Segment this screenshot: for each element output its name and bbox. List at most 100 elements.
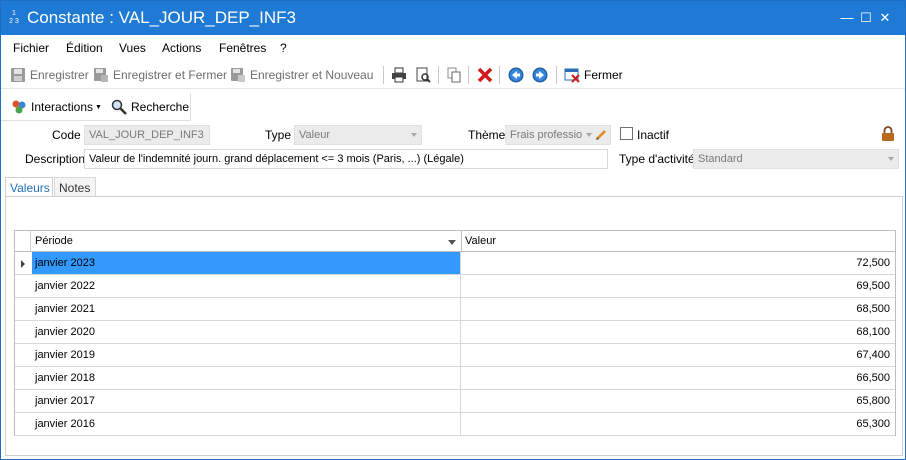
value-cell[interactable]: 67,400: [462, 344, 895, 366]
tab-valeurs[interactable]: Valeurs: [5, 177, 53, 197]
period-cell[interactable]: janvier 2016: [32, 413, 461, 435]
save-new-icon: [231, 68, 245, 82]
previous-button[interactable]: [508, 65, 524, 85]
period-cell[interactable]: janvier 2018: [32, 367, 461, 389]
search-button[interactable]: Recherche: [111, 97, 189, 117]
save-icon: [11, 68, 25, 82]
value-cell[interactable]: 69,500: [462, 275, 895, 297]
period-cell[interactable]: janvier 2023: [32, 252, 461, 274]
value-cell[interactable]: 68,500: [462, 298, 895, 320]
copy-icon: [447, 67, 461, 83]
type-select[interactable]: Valeur: [294, 125, 422, 145]
menu-vues[interactable]: Vues: [119, 41, 146, 55]
row-indicator: [15, 252, 31, 275]
inactive-label: Inactif: [637, 128, 670, 142]
column-header-value[interactable]: Valeur: [465, 235, 496, 247]
arrow-right-circle-icon: [532, 67, 548, 83]
toolbar-separator: [438, 66, 439, 84]
next-button[interactable]: [532, 65, 548, 85]
menu-help[interactable]: ?: [280, 41, 287, 55]
menu-fichier[interactable]: Fichier: [13, 41, 49, 55]
save-close-button[interactable]: Enregistrer et Fermer: [93, 65, 227, 85]
title-bar[interactable]: 1 2 3 Constante : VAL_JOUR_DEP_INF3 — ☐ …: [1, 1, 905, 35]
toolbar-separator: [468, 66, 469, 84]
period-cell[interactable]: janvier 2019: [32, 344, 461, 366]
value-cell[interactable]: 65,800: [462, 390, 895, 412]
table-row[interactable]: janvier 2020 68,100: [15, 321, 895, 344]
close-window-button[interactable]: ✕: [877, 10, 893, 26]
activity-type-select[interactable]: Standard: [693, 149, 899, 169]
table-row[interactable]: janvier 2016 65,300: [15, 413, 895, 436]
toolbar-separator: [499, 66, 500, 84]
secondary-toolbar: Interactions ▼ Recherche: [1, 93, 191, 121]
save-label: Enregistrer: [30, 68, 89, 82]
code-label: Code: [52, 128, 81, 142]
main-toolbar: Enregistrer Enregistrer et Fermer Enregi…: [1, 61, 905, 89]
sort-descending-icon[interactable]: [448, 240, 456, 245]
table-row[interactable]: janvier 2019 67,400: [15, 344, 895, 367]
save-button[interactable]: Enregistrer: [10, 65, 89, 85]
save-new-button[interactable]: Enregistrer et Nouveau: [230, 65, 373, 85]
theme-label: Thème: [468, 128, 506, 142]
tab-notes[interactable]: Notes: [54, 177, 96, 197]
type-label: Type: [265, 128, 292, 142]
description-field[interactable]: Valeur de l'indemnité journ. grand dépla…: [84, 149, 608, 169]
search-icon: [111, 99, 127, 115]
print-button[interactable]: [391, 65, 407, 85]
value-cell[interactable]: 68,100: [462, 321, 895, 343]
app-icon: 1 2 3: [9, 10, 19, 25]
values-grid: Période Valeur janvier 2023 72,500 janvi…: [14, 230, 896, 436]
row-indicator-header: [15, 231, 31, 252]
copy-button[interactable]: [446, 65, 462, 85]
period-cell[interactable]: janvier 2021: [32, 298, 461, 320]
menu-actions[interactable]: Actions: [162, 41, 201, 55]
interactions-label: Interactions: [31, 100, 94, 114]
save-close-label: Enregistrer et Fermer: [113, 68, 228, 82]
type-value: Valeur: [299, 129, 330, 141]
interactions-dropdown[interactable]: Interactions ▼: [11, 97, 102, 117]
period-cell[interactable]: janvier 2020: [32, 321, 461, 343]
print-preview-button[interactable]: [415, 65, 431, 85]
search-label: Recherche: [131, 100, 190, 114]
table-row[interactable]: janvier 2021 68,500: [15, 298, 895, 321]
theme-select[interactable]: Frais professio: [505, 125, 611, 145]
close-label: Fermer: [584, 68, 623, 82]
table-row[interactable]: janvier 2017 65,800: [15, 390, 895, 413]
menu-edition[interactable]: Édition: [66, 41, 103, 55]
description-label: Description: [25, 152, 86, 166]
value-cell[interactable]: 66,500: [462, 367, 895, 389]
inactive-checkbox[interactable]: [620, 127, 633, 140]
row-indicator: [15, 413, 31, 436]
grid-header: Période Valeur: [15, 231, 895, 252]
value-cell[interactable]: 65,300: [462, 413, 895, 435]
edit-pencil-icon[interactable]: [595, 129, 607, 141]
close-button[interactable]: Fermer: [564, 65, 623, 85]
interactions-icon: [12, 100, 26, 114]
table-row[interactable]: janvier 2018 66,500: [15, 367, 895, 390]
delete-button[interactable]: [477, 65, 493, 85]
column-header-period[interactable]: Période: [35, 235, 73, 247]
save-close-icon: [94, 68, 108, 82]
row-indicator: [15, 390, 31, 413]
chevron-down-icon: [888, 157, 894, 161]
value-cell[interactable]: 72,500: [462, 252, 895, 274]
save-new-label: Enregistrer et Nouveau: [250, 68, 374, 82]
period-cell[interactable]: janvier 2022: [32, 275, 461, 297]
table-row[interactable]: janvier 2023 72,500: [15, 252, 895, 275]
menu-bar: Fichier Édition Vues Actions Fenêtres ?: [1, 37, 905, 59]
menu-fenetres[interactable]: Fenêtres: [219, 41, 266, 55]
activity-type-label: Type d'activité: [619, 152, 695, 166]
code-field[interactable]: VAL_JOUR_DEP_INF3: [84, 125, 210, 145]
column-separator[interactable]: [461, 231, 462, 252]
current-row-arrow-icon: [21, 260, 25, 268]
row-indicator: [15, 344, 31, 367]
table-row[interactable]: janvier 2022 69,500: [15, 275, 895, 298]
row-indicator: [15, 367, 31, 390]
chevron-down-icon: [586, 133, 592, 137]
activity-type-value: Standard: [698, 153, 743, 165]
maximize-button[interactable]: ☐: [858, 10, 874, 26]
minimize-button[interactable]: —: [839, 10, 855, 26]
chevron-down-icon: [411, 133, 417, 137]
row-indicator: [15, 298, 31, 321]
period-cell[interactable]: janvier 2017: [32, 390, 461, 412]
